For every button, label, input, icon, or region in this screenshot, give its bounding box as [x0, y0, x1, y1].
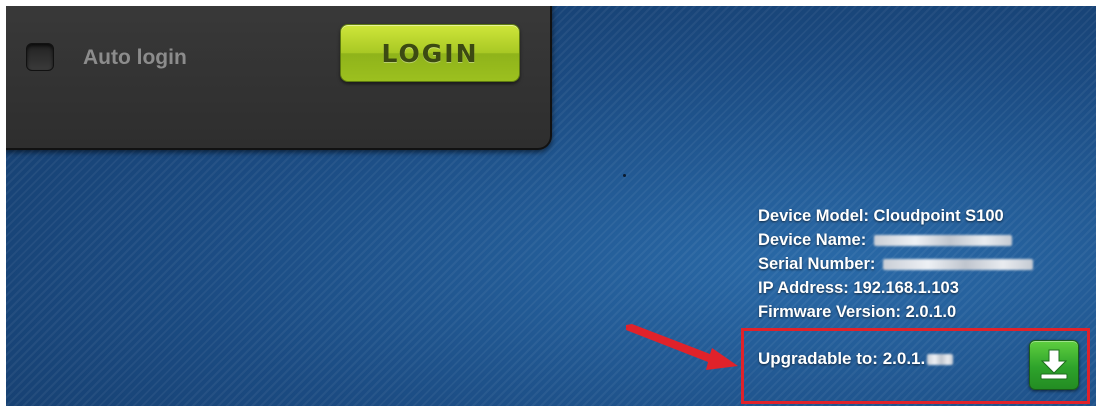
stray-dot — [623, 174, 626, 177]
upgradable-row: Upgradable to: 2.0.1. — [758, 349, 954, 369]
device-name-redacted — [874, 234, 1013, 246]
firmware-version-value: 2.0.1.0 — [905, 303, 957, 321]
annotation-arrow-icon — [626, 324, 738, 370]
serial-number-label: Serial Number: — [758, 255, 876, 273]
download-icon — [1040, 349, 1068, 380]
serial-number-row: Serial Number: — [758, 252, 1034, 276]
download-firmware-button[interactable] — [1029, 340, 1079, 390]
device-name-label: Device Name: — [758, 231, 867, 249]
device-screen: Auto login LOGIN Device Model: Cloudpoin… — [6, 6, 1096, 406]
device-model-value: Cloudpoint S100 — [873, 207, 1004, 225]
upgradable-version-redacted — [927, 353, 954, 365]
device-name-row: Device Name: — [758, 228, 1033, 252]
serial-number-redacted — [883, 258, 1034, 270]
ip-address-label: IP Address: — [758, 279, 849, 297]
firmware-version-label: Firmware Version: — [758, 303, 902, 321]
auto-login-checkbox[interactable] — [26, 43, 54, 71]
device-model-label: Device Model: — [758, 207, 869, 225]
firmware-version-row: Firmware Version: 2.0.1.0 — [758, 300, 1033, 324]
login-panel: Auto login LOGIN — [6, 6, 552, 150]
auto-login-label: Auto login — [83, 46, 187, 69]
upgradable-version: 2.0.1. — [882, 349, 926, 368]
ip-address-value: 192.168.1.103 — [853, 279, 959, 297]
login-button[interactable]: LOGIN — [340, 24, 520, 82]
device-info-panel: Device Model: Cloudpoint S100 Device Nam… — [758, 204, 1034, 324]
upgradable-label: Upgradable to: — [758, 349, 878, 368]
ip-address-row: IP Address: 192.168.1.103 — [758, 276, 1033, 300]
device-model-row: Device Model: Cloudpoint S100 — [758, 204, 1033, 228]
